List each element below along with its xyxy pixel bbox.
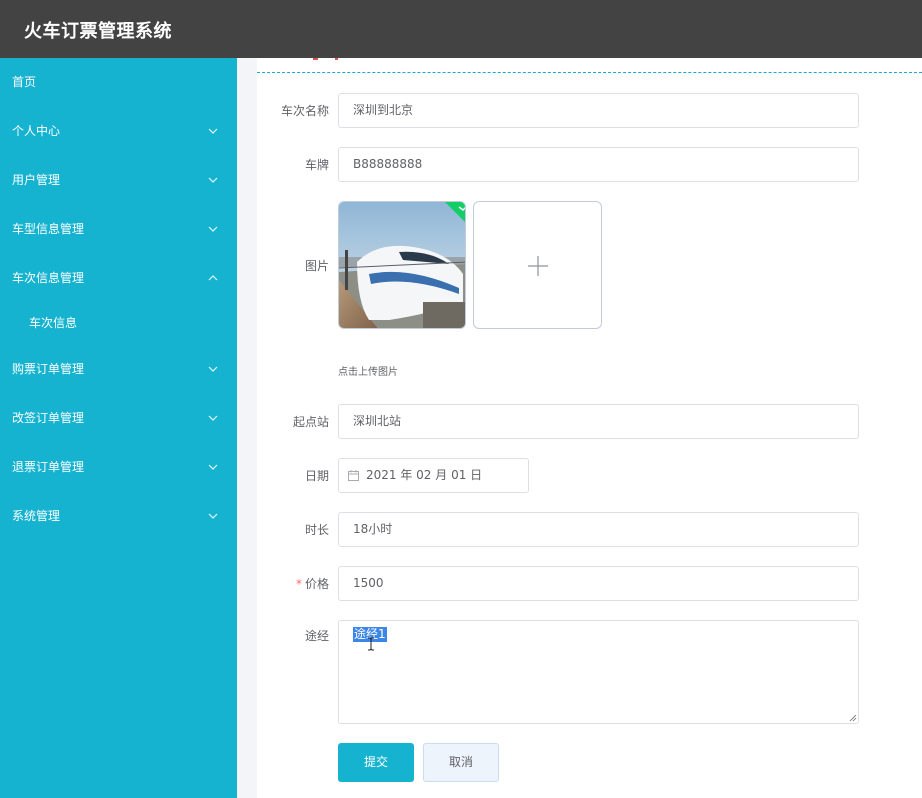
cancel-button[interactable]: 取消 — [423, 743, 499, 782]
app-title: 火车订票管理系统 — [24, 21, 172, 42]
date-value: 2021 年 02 月 01 日 — [366, 468, 483, 482]
chevron-down-icon — [208, 176, 218, 184]
duration-label: 时长 — [304, 523, 329, 537]
section-divider — [257, 72, 922, 73]
sidebar-item-ticket-order-management[interactable]: 购票订单管理 — [0, 357, 237, 381]
sidebar: 首页 个人中心 用户管理 车型信息管理 车次信息管理 车次信息 购票订单管理 改… — [0, 58, 237, 798]
duration-input[interactable]: 18小时 — [338, 512, 859, 547]
start-station-input[interactable]: 深圳北站 — [338, 404, 859, 439]
sidebar-item-train-type-management[interactable]: 车型信息管理 — [0, 217, 237, 241]
date-label: 日期 — [304, 469, 329, 483]
sidebar-item-home[interactable]: 首页 — [0, 70, 237, 94]
check-icon — [445, 202, 465, 222]
train-name-label: 车次名称 — [280, 104, 329, 118]
route-label: 途经 — [304, 629, 329, 643]
chevron-down-icon — [208, 127, 218, 135]
plate-label: 车牌 — [304, 158, 329, 172]
upload-tip: 点击上传图片 — [338, 367, 398, 378]
route-textarea[interactable]: 途经1 — [338, 620, 859, 724]
sidebar-item-label: 个人中心 — [12, 124, 61, 138]
breadcrumb-cutoff — [313, 58, 338, 60]
price-label: * 价格 — [257, 577, 329, 591]
sidebar-item-label: 退票订单管理 — [12, 460, 85, 474]
top-bar: 火车订票管理系统 — [0, 0, 922, 58]
sidebar-item-refund-order-management[interactable]: 退票订单管理 — [0, 455, 237, 479]
image-upload-button[interactable] — [473, 201, 602, 329]
sidebar-item-label: 首页 — [12, 75, 37, 89]
sidebar-item-train-info-management[interactable]: 车次信息管理 — [0, 266, 237, 290]
text-cursor-icon — [368, 637, 374, 651]
chevron-down-icon — [208, 225, 218, 233]
main-content: 车次名称 深圳到北京 车牌 B88888888 图片 点击上传图片 起点站 深圳… — [257, 58, 922, 798]
plate-input[interactable]: B88888888 — [338, 147, 859, 182]
plus-icon — [528, 256, 548, 276]
start-station-label: 起点站 — [292, 415, 329, 429]
calendar-icon — [348, 470, 359, 481]
sidebar-item-label: 系统管理 — [12, 509, 61, 523]
image-label: 图片 — [304, 259, 329, 273]
uploaded-image-thumbnail[interactable] — [338, 201, 466, 329]
sidebar-item-system-management[interactable]: 系统管理 — [0, 504, 237, 528]
chevron-down-icon — [208, 414, 218, 422]
date-picker[interactable]: 2021 年 02 月 01 日 — [338, 458, 529, 493]
sidebar-item-change-order-management[interactable]: 改签订单管理 — [0, 406, 237, 430]
sidebar-item-label: 用户管理 — [12, 173, 61, 187]
sidebar-item-label: 车型信息管理 — [12, 222, 85, 236]
price-label-text: 价格 — [304, 577, 329, 591]
sidebar-item-personal-center[interactable]: 个人中心 — [0, 119, 237, 143]
sidebar-item-label: 车次信息 — [29, 316, 78, 330]
required-mark: * — [295, 577, 302, 591]
sidebar-item-label: 车次信息管理 — [12, 271, 85, 285]
resize-handle-icon[interactable] — [849, 714, 857, 722]
sidebar-item-label: 改签订单管理 — [12, 411, 85, 425]
sidebar-item-train-info[interactable]: 车次信息 — [0, 311, 237, 335]
chevron-down-icon — [208, 463, 218, 471]
submit-button[interactable]: 提交 — [338, 743, 414, 782]
chevron-up-icon — [208, 274, 218, 282]
chevron-down-icon — [208, 365, 218, 373]
chevron-down-icon — [208, 512, 218, 520]
price-input[interactable]: 1500 — [338, 566, 859, 601]
sidebar-item-label: 购票订单管理 — [12, 362, 85, 376]
train-name-input[interactable]: 深圳到北京 — [338, 93, 859, 128]
sidebar-item-user-management[interactable]: 用户管理 — [0, 168, 237, 192]
